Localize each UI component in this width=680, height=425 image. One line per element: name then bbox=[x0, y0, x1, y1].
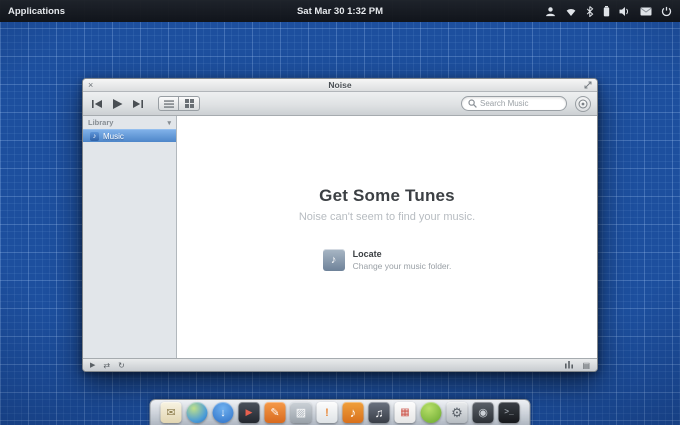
search-input[interactable] bbox=[480, 99, 560, 108]
sidebar: Library ▾ ♪ Music bbox=[83, 116, 177, 358]
grid-view-button[interactable] bbox=[179, 96, 200, 111]
noise-window: × Noise bbox=[82, 78, 598, 372]
dock-item-scratch-editor[interactable]: ✎ bbox=[265, 402, 286, 423]
battery-icon[interactable] bbox=[603, 6, 610, 17]
dock-item-audio[interactable]: ♫ bbox=[369, 402, 390, 423]
view-switcher bbox=[158, 96, 200, 111]
photos-icon: ▨ bbox=[296, 406, 306, 419]
calendar-icon: ▦ bbox=[400, 407, 409, 418]
close-button[interactable]: × bbox=[88, 79, 93, 92]
dock-item-system-settings[interactable]: ⚙ bbox=[447, 402, 468, 423]
user-icon[interactable] bbox=[545, 6, 556, 17]
titlebar[interactable]: × Noise bbox=[83, 79, 597, 92]
audio-app-icon: ♫ bbox=[375, 406, 384, 420]
window-title: Noise bbox=[328, 80, 351, 90]
dock: ✉ ↓ ▶ ✎ ▨ ! ♪ ♫ ▦ ⚙ ◉ >_ bbox=[150, 399, 531, 425]
camera-icon: ◉ bbox=[478, 406, 488, 419]
clock[interactable]: Sat Mar 30 1:32 PM bbox=[297, 6, 383, 17]
mail-app-icon: ✉ bbox=[166, 406, 175, 419]
dock-item-terminal[interactable]: >_ bbox=[499, 402, 520, 423]
equalizer-button[interactable] bbox=[575, 96, 591, 112]
desktop: Applications Sat Mar 30 1:32 PM bbox=[0, 0, 680, 425]
terminal-icon: >_ bbox=[504, 408, 514, 417]
locate-action-subtitle: Change your music folder. bbox=[353, 261, 452, 271]
list-view-button[interactable] bbox=[158, 96, 179, 111]
dock-item-camera[interactable]: ◉ bbox=[473, 402, 494, 423]
locate-action[interactable]: ♪ Locate Change your music folder. bbox=[323, 249, 452, 271]
repeat-icon[interactable]: ↻ bbox=[118, 359, 125, 372]
maximize-button[interactable] bbox=[584, 81, 592, 89]
music-folder-icon: ♪ bbox=[323, 249, 345, 271]
dock-item-photos[interactable]: ▨ bbox=[291, 402, 312, 423]
dock-item-noise-music[interactable]: ♪ bbox=[343, 402, 364, 423]
equalizer-bars-icon[interactable] bbox=[565, 356, 574, 374]
queue-list-icon[interactable]: ▤ bbox=[582, 359, 590, 372]
sidebar-item-music[interactable]: ♪ Music bbox=[83, 129, 176, 142]
next-button[interactable] bbox=[130, 99, 146, 109]
search-field[interactable] bbox=[461, 96, 567, 111]
dock-item-videos[interactable]: ▶ bbox=[239, 402, 260, 423]
placeholder-title: Get Some Tunes bbox=[319, 186, 455, 206]
sidebar-header-library[interactable]: Library ▾ bbox=[83, 116, 176, 129]
shuffle-icon[interactable]: ⇄ bbox=[103, 359, 110, 372]
search-icon bbox=[468, 95, 477, 113]
dock-item-lime-app[interactable] bbox=[421, 402, 442, 423]
scratch-editor-icon: ✎ bbox=[270, 406, 279, 419]
volume-icon[interactable] bbox=[619, 6, 631, 17]
locate-action-title: Locate bbox=[353, 249, 452, 259]
noise-music-icon: ♪ bbox=[350, 405, 357, 420]
main-content: Get Some Tunes Noise can't seem to find … bbox=[177, 116, 597, 358]
dock-item-feedback[interactable]: ! bbox=[317, 402, 338, 423]
dock-item-web-browser[interactable] bbox=[187, 402, 208, 423]
sidebar-item-label: Music bbox=[103, 132, 124, 141]
applications-menu[interactable]: Applications bbox=[8, 6, 65, 17]
top-panel: Applications Sat Mar 30 1:32 PM bbox=[0, 0, 680, 22]
updates-icon: ↓ bbox=[220, 407, 226, 419]
collapse-arrow-icon: ▾ bbox=[167, 119, 171, 127]
power-icon[interactable] bbox=[661, 6, 672, 17]
dock-item-calendar[interactable]: ▦ bbox=[395, 402, 416, 423]
feedback-icon: ! bbox=[325, 407, 329, 419]
system-settings-icon: ⚙ bbox=[451, 405, 463, 421]
placeholder-subtitle: Noise can't seem to find your music. bbox=[299, 211, 475, 223]
statusbar: ▶ ⇄ ↻ ▤ bbox=[83, 358, 597, 371]
music-note-icon: ♪ bbox=[90, 132, 99, 141]
statusbar-play-icon[interactable]: ▶ bbox=[90, 359, 95, 372]
mail-indicator-icon[interactable] bbox=[640, 7, 652, 16]
play-button[interactable] bbox=[109, 98, 126, 110]
dock-item-software-updates[interactable]: ↓ bbox=[213, 402, 234, 423]
previous-button[interactable] bbox=[89, 99, 105, 109]
bluetooth-icon[interactable] bbox=[586, 6, 594, 17]
wifi-icon[interactable] bbox=[565, 6, 577, 17]
toolbar bbox=[83, 92, 597, 116]
sidebar-header-label: Library bbox=[88, 118, 113, 127]
dock-item-mail[interactable]: ✉ bbox=[161, 402, 182, 423]
videos-icon: ▶ bbox=[246, 407, 253, 418]
